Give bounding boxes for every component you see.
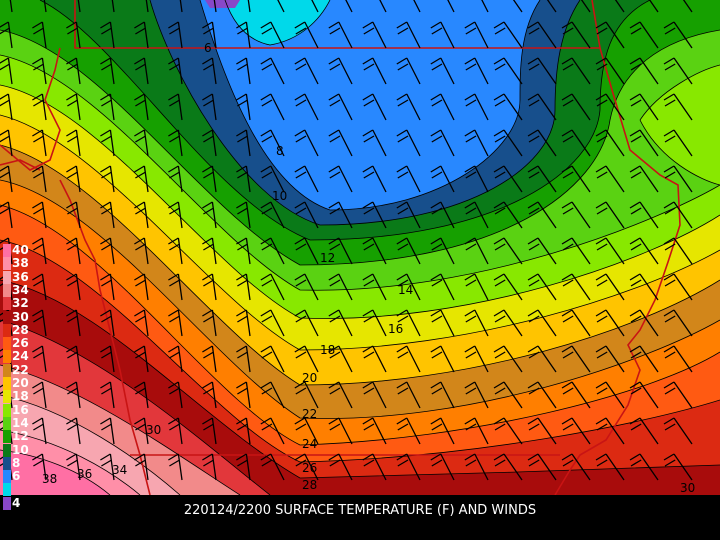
legend-entry: 34: [3, 282, 33, 297]
legend-entry: 10: [3, 442, 33, 457]
contour-label: 16: [388, 322, 403, 336]
legend-entry: [3, 483, 33, 497]
temperature-map-frame: 6 8 10 12 14 16 18 20 22 24 26 28 30 30 …: [0, 0, 720, 540]
legend-entry: 26: [3, 336, 33, 351]
contour-label: 10: [272, 189, 287, 203]
legend-swatch: [3, 350, 11, 364]
legend-swatch: [3, 456, 11, 470]
legend-value: 18: [12, 389, 29, 404]
legend-entry: 38: [3, 256, 33, 271]
legend-swatch: [3, 244, 11, 257]
legend-entry: 12: [3, 429, 33, 444]
legend-entry: 28: [3, 322, 33, 337]
contour-label: 22: [302, 407, 317, 421]
legend-value: 8: [12, 455, 21, 470]
color-legend: 40 38 36 34 32 30 28 26 24 22 20 18 16 14 12 10 8 6 4: [3, 244, 33, 510]
legend-swatch: [3, 416, 11, 430]
contour-label: 6: [204, 41, 212, 55]
legend-entry: 22: [3, 362, 33, 377]
temperature-map: 6 8 10 12 14 16 18 20 22 24 26 28 30 30 …: [0, 0, 720, 495]
legend-swatch: [3, 483, 11, 497]
legend-swatch: [3, 297, 11, 311]
legend-swatch: [3, 390, 11, 404]
legend-swatch: [3, 430, 11, 444]
legend-value: 30: [12, 309, 29, 324]
legend-entry: 20: [3, 377, 33, 390]
legend-value: 40: [12, 243, 29, 257]
legend-entry: 16: [3, 402, 33, 417]
legend-value: 28: [12, 322, 29, 337]
legend-entry: 40: [3, 244, 33, 257]
contour-label: 12: [320, 251, 335, 265]
contour-label: 38: [42, 472, 57, 486]
legend-entry: 18: [3, 389, 33, 404]
legend-entry: 30: [3, 309, 33, 324]
legend-value: 16: [12, 402, 29, 417]
band-2: [205, 0, 240, 8]
legend-value: 20: [12, 376, 29, 390]
legend-value: 26: [12, 336, 29, 351]
legend-value: 24: [12, 349, 29, 364]
legend-swatch: [3, 403, 11, 417]
legend-value: 32: [12, 296, 29, 311]
legend-entry: 14: [3, 415, 33, 430]
legend-swatch: [3, 470, 11, 484]
legend-swatch: [3, 363, 11, 377]
legend-value: 12: [12, 429, 29, 444]
contour-label: 26: [302, 461, 317, 475]
legend-swatch: [3, 310, 11, 324]
legend-entry: 36: [3, 269, 33, 284]
legend-swatch: [3, 377, 11, 390]
contour-label: 20: [302, 371, 317, 385]
legend-swatch: [3, 443, 11, 457]
contour-label: 18: [320, 343, 335, 357]
legend-value: 34: [12, 282, 29, 297]
legend-value: 36: [12, 269, 29, 284]
legend-entry: 32: [3, 296, 33, 311]
legend-swatch: [3, 283, 11, 297]
contour-label: 8: [276, 144, 284, 158]
legend-entry: 24: [3, 349, 33, 364]
legend-value: 10: [12, 442, 29, 457]
contour-label: 36: [77, 467, 92, 481]
legend-value: 14: [12, 415, 29, 430]
legend-swatch: [3, 323, 11, 337]
legend-value: 38: [12, 256, 29, 271]
contour-label: 28: [302, 478, 317, 492]
legend-value: 6: [12, 469, 21, 484]
contour-label: 24: [302, 437, 317, 451]
contour-label: 30: [146, 423, 161, 437]
contour-label: 14: [398, 283, 413, 297]
legend-swatch: [3, 257, 11, 271]
legend-entry: 8: [3, 455, 33, 470]
contour-label: 30: [680, 481, 695, 495]
legend-entry: 6: [3, 469, 33, 484]
contour-label: 34: [112, 463, 127, 477]
map-caption: 220124/2200 SURFACE TEMPERATURE (F) AND …: [183, 503, 537, 518]
legend-value: 22: [12, 362, 29, 377]
legend-swatch: [3, 337, 11, 351]
legend-swatch: [3, 270, 11, 284]
